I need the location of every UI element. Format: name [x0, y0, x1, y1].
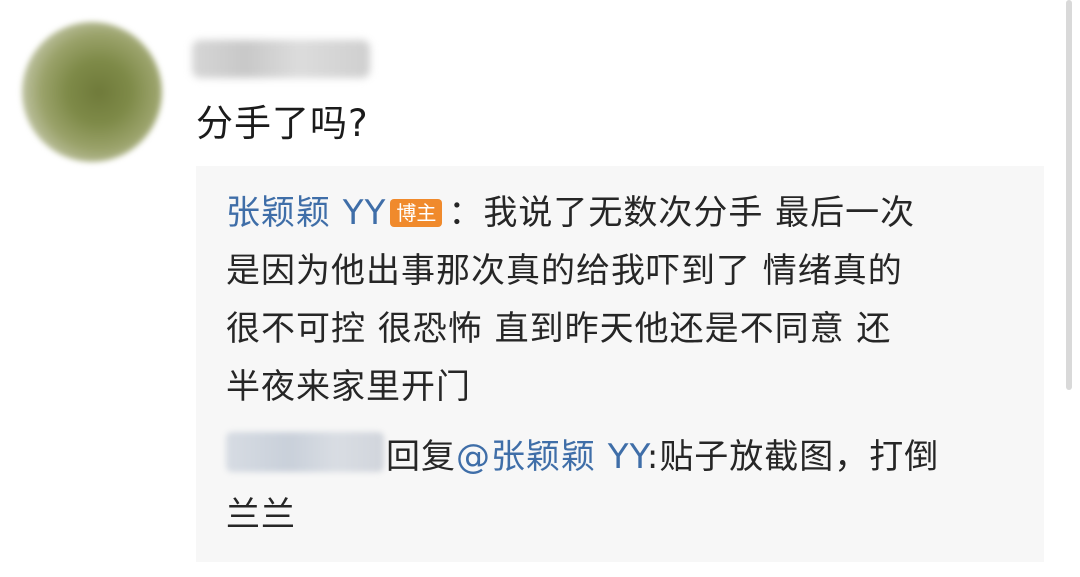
- mention-link[interactable]: @张颖颖 YY: [456, 437, 647, 477]
- reply-text-line-2: 是因为他出事那次真的给我吓到了 情绪真的: [226, 251, 903, 291]
- reply-line-3: 很不可控 很恐怖 直到昨天他还是不同意 还: [226, 300, 1016, 358]
- reply-verb: 回复: [386, 437, 456, 477]
- scrollbar[interactable]: [1066, 0, 1072, 390]
- comment-thread: 分手了吗? 张颖颖 YY 博主 ：我说了无数次分手 最后一次 是因为他出事那次真的给…: [0, 0, 1080, 577]
- author-badge: 博主: [390, 199, 443, 227]
- sub-reply-colon: :: [646, 437, 660, 477]
- sub-reply-line-2: 兰兰: [226, 486, 1016, 544]
- reply-text-line-1: 我说了无数次分手 最后一次: [483, 193, 916, 233]
- reply-line-2: 是因为他出事那次真的给我吓到了 情绪真的: [226, 242, 1016, 300]
- reply-author-link[interactable]: 张颖颖 YY: [226, 193, 386, 233]
- sub-reply-text-line-2: 兰兰: [226, 495, 296, 535]
- replier-name-redacted[interactable]: [226, 432, 384, 472]
- avatar[interactable]: [22, 22, 162, 162]
- sub-reply-text-line-1: 贴子放截图，打倒: [659, 437, 940, 477]
- comment-text: 分手了吗?: [196, 102, 369, 145]
- reply-container: 张颖颖 YY 博主 ：我说了无数次分手 最后一次 是因为他出事那次真的给我吓到了 情…: [196, 166, 1044, 562]
- sub-reply-line-1: 回复@张颖颖 YY:贴子放截图，打倒: [226, 428, 1016, 486]
- reply-separator: ：: [448, 193, 484, 233]
- username-redacted[interactable]: [192, 40, 370, 78]
- reply-text-line-4: 半夜来家里开门: [226, 367, 471, 407]
- reply-text-line-3: 很不可控 很恐怖 直到昨天他还是不同意 还: [226, 309, 892, 349]
- reply-line-4: 半夜来家里开门: [226, 358, 1016, 416]
- reply-line-1: 张颖颖 YY 博主 ：我说了无数次分手 最后一次: [226, 184, 1016, 242]
